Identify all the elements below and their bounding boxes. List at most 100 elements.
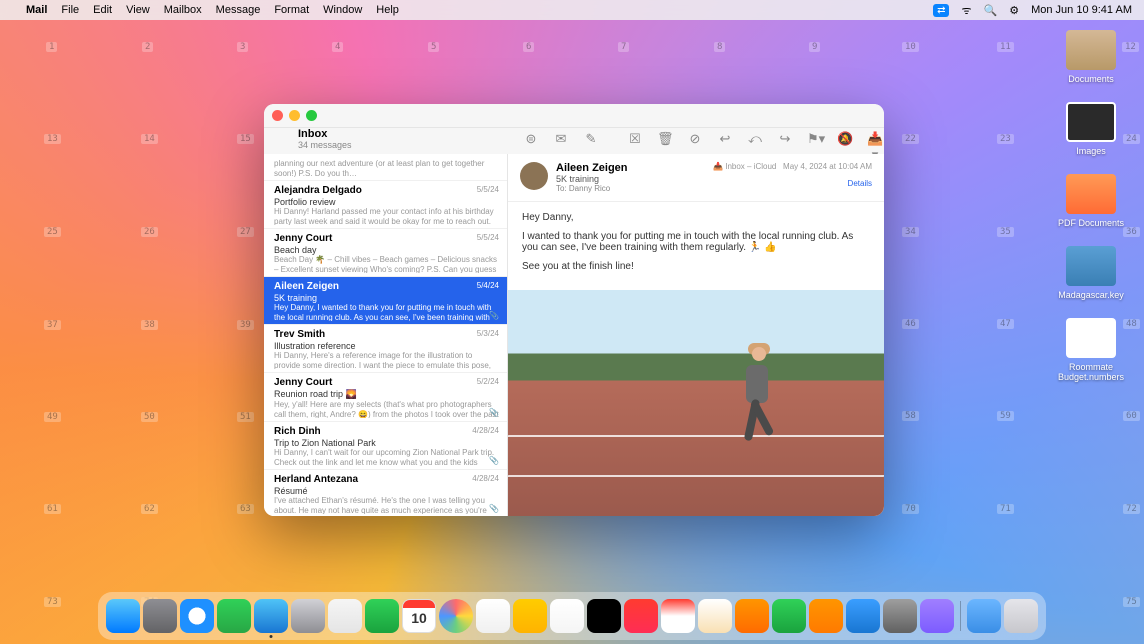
screen-mirror-icon[interactable]: ⇄: [933, 4, 949, 17]
filter-icon[interactable]: ⊜: [523, 131, 539, 147]
mute-icon[interactable]: 🔕: [837, 131, 853, 147]
msg-preview: Hi Danny, I can't wait for our upcoming …: [274, 448, 499, 466]
msg-date: 5/2/24: [477, 377, 499, 386]
dock-separator: [960, 601, 961, 631]
message-list[interactable]: planning our next adventure (or at least…: [264, 154, 508, 516]
dock-finder[interactable]: [106, 599, 140, 633]
archive-icon[interactable]: ☒: [627, 131, 643, 147]
desktop-icon-numbers[interactable]: Roommate Budget.numbers: [1056, 318, 1126, 382]
viewer-mailbox: 📥 Inbox – iCloud: [713, 162, 776, 171]
dock: 10: [98, 592, 1046, 640]
dock-music[interactable]: [624, 599, 658, 633]
app-menu[interactable]: Mail: [26, 4, 47, 16]
dock-launchpad[interactable]: [143, 599, 177, 633]
msg-preview: Hi Danny, Here's a reference image for t…: [274, 351, 499, 369]
dock-settings[interactable]: [883, 599, 917, 633]
menu-edit[interactable]: Edit: [93, 4, 112, 16]
desktop-icon-images[interactable]: Images: [1056, 102, 1126, 156]
envelope-icon[interactable]: ✉: [553, 131, 569, 147]
msg-from: Alejandra Delgado: [274, 185, 499, 196]
message-list-item[interactable]: Rich Dinh4/28/24Trip to Zion National Pa…: [264, 422, 507, 470]
dock-appstore[interactable]: [846, 599, 880, 633]
viewer-to: To: Danny Rico: [556, 184, 705, 193]
menu-file[interactable]: File: [61, 4, 79, 16]
spotlight-icon[interactable]: 🔍: [984, 4, 998, 17]
message-list-item[interactable]: Alejandra Delgado5/5/24Portfolio reviewH…: [264, 181, 507, 229]
close-window-button[interactable]: [272, 110, 283, 121]
msg-preview: I've attached Ethan's résumé. He's the o…: [274, 496, 499, 514]
dock-mail[interactable]: [254, 599, 288, 633]
msg-subject: 5K training: [274, 293, 499, 303]
dock-photos[interactable]: [439, 599, 473, 633]
menu-window[interactable]: Window: [323, 4, 362, 16]
msg-date: 5/4/24: [477, 281, 499, 290]
msg-from: Trev Smith: [274, 329, 499, 340]
window-titlebar[interactable]: [264, 104, 884, 128]
viewer-subject: 5K training: [556, 174, 705, 184]
msg-subject: Illustration reference: [274, 341, 499, 351]
viewer-from: Aileen Zeigen: [556, 162, 705, 174]
minimize-window-button[interactable]: [289, 110, 300, 121]
sender-avatar: [520, 162, 548, 190]
desktop-icon-keynote[interactable]: Madagascar.key: [1056, 246, 1126, 300]
msg-from: Aileen Zeigen: [274, 281, 499, 292]
message-list-item[interactable]: Trev Smith5/3/24 Illustration referenceHi…: [264, 325, 507, 373]
reply-all-icon[interactable]: ⤺: [747, 131, 763, 147]
dock-facetime[interactable]: [365, 599, 399, 633]
menu-mailbox[interactable]: Mailbox: [164, 4, 202, 16]
msg-preview: Hey, y'all! Here are my selects (that's …: [274, 400, 499, 418]
wifi-icon[interactable]: ᯤ: [961, 3, 971, 18]
junk-icon[interactable]: ⊘: [687, 131, 703, 147]
message-viewer: Aileen Zeigen 5K training To: Danny Rico…: [508, 154, 884, 516]
attachment-icon: 📎: [489, 504, 499, 513]
dock-trash[interactable]: [1004, 599, 1038, 633]
calendar-date: 10: [403, 610, 435, 626]
dock-notes[interactable]: [513, 599, 547, 633]
msg-from: Rich Dinh: [274, 426, 499, 437]
menubar-datetime[interactable]: Mon Jun 10 9:41 AM: [1031, 4, 1132, 16]
msg-date: 5/3/24: [477, 329, 499, 338]
attachment-icon: 📎: [489, 408, 499, 417]
menu-view[interactable]: View: [126, 4, 150, 16]
message-attachment-image[interactable]: [508, 290, 884, 516]
move-icon[interactable]: 📥▾: [867, 131, 883, 147]
msg-preview: Hi Danny! Harland passed me your contact…: [274, 207, 499, 225]
details-link[interactable]: Details: [713, 179, 872, 188]
menu-message[interactable]: Message: [216, 4, 261, 16]
compose-icon[interactable]: ✎: [583, 131, 599, 147]
desktop-icon-documents[interactable]: Documents: [1056, 30, 1126, 84]
dock-freeform[interactable]: [550, 599, 584, 633]
msg-subject: Reunion road trip 🌄: [274, 389, 499, 400]
zoom-window-button[interactable]: [306, 110, 317, 121]
menu-format[interactable]: Format: [274, 4, 309, 16]
message-list-item[interactable]: planning our next adventure (or at least…: [264, 154, 507, 181]
dock-news[interactable]: [661, 599, 695, 633]
control-center-icon[interactable]: ⚙: [1009, 4, 1019, 17]
dock-downloads[interactable]: [967, 599, 1001, 633]
dock-numbers[interactable]: [772, 599, 806, 633]
dock-iphone-mirror[interactable]: [920, 599, 954, 633]
message-list-item[interactable]: Jenny Court5/2/24 Reunion road trip 🌄Hey,…: [264, 373, 507, 422]
menu-help[interactable]: Help: [376, 4, 399, 16]
message-list-item[interactable]: Jenny Court5/5/24Beach dayBeach Day 🌴 – …: [264, 229, 507, 277]
dock-reminders[interactable]: [476, 599, 510, 633]
dock-calendar[interactable]: 10: [402, 599, 436, 633]
dock-pages[interactable]: [809, 599, 843, 633]
dock-messages[interactable]: [217, 599, 251, 633]
message-list-item[interactable]: Herland Antezana4/28/24RésuméI've attach…: [264, 470, 507, 516]
dock-books[interactable]: [735, 599, 769, 633]
forward-icon[interactable]: ↪: [777, 131, 793, 147]
dock-contacts[interactable]: [291, 599, 325, 633]
trash-icon[interactable]: 🗑: [657, 131, 673, 147]
reply-icon[interactable]: ↩: [717, 131, 733, 147]
dock-safari[interactable]: [180, 599, 214, 633]
msg-from: Jenny Court: [274, 377, 499, 388]
flag-icon[interactable]: ⚑▾: [807, 131, 823, 147]
dock-home[interactable]: [698, 599, 732, 633]
message-list-item[interactable]: Aileen Zeigen5/4/245K trainingHey Danny,…: [264, 277, 507, 325]
dock-maps[interactable]: [328, 599, 362, 633]
desktop-icon-pdf[interactable]: PDF Documents: [1056, 174, 1126, 228]
dock-tv[interactable]: [587, 599, 621, 633]
folder-icon: [1066, 102, 1116, 142]
msg-subject: Beach day: [274, 245, 499, 255]
